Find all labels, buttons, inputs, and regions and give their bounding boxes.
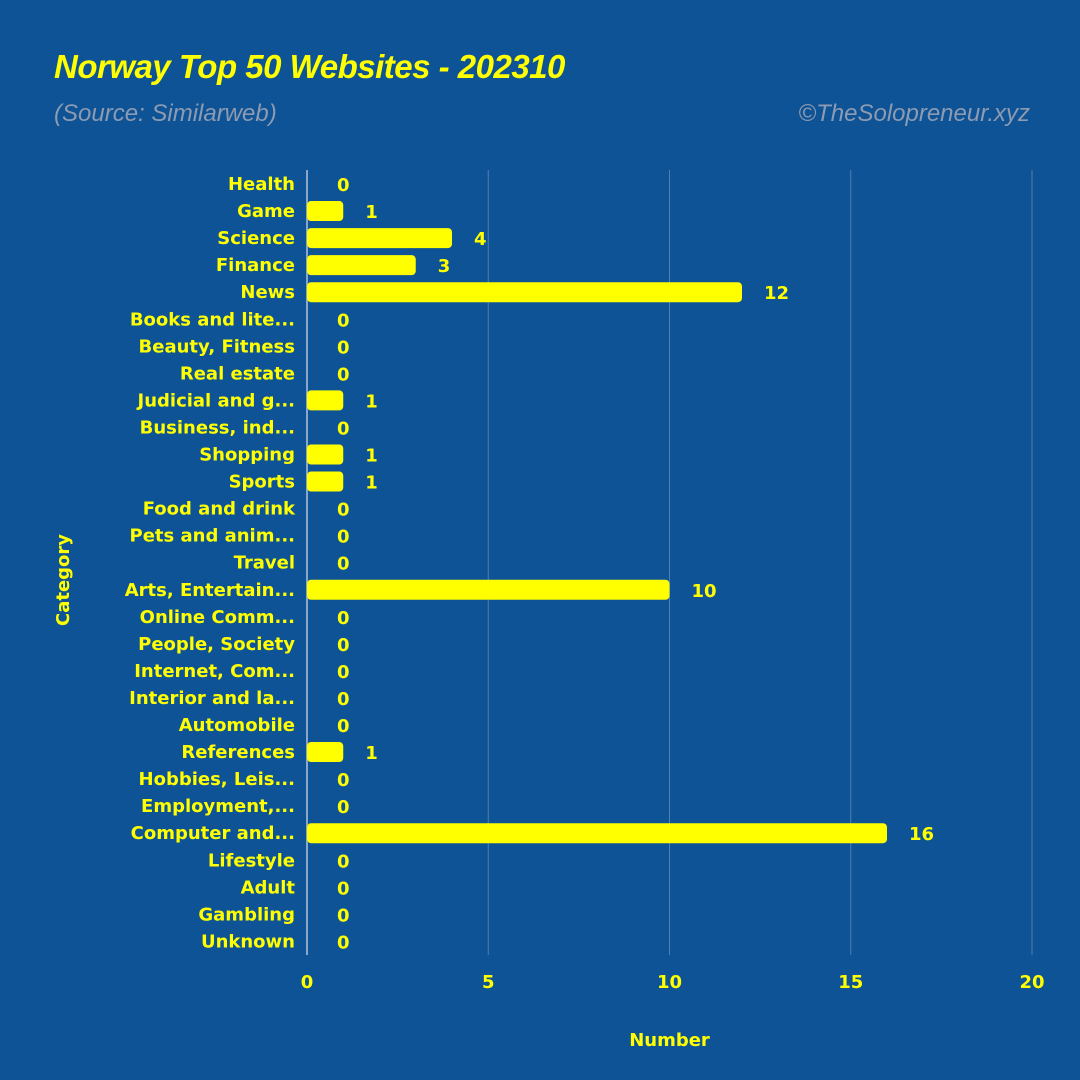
category-label: References bbox=[181, 742, 295, 763]
x-axis-title: Number bbox=[629, 1030, 710, 1051]
value-label: 0 bbox=[337, 770, 350, 791]
value-label: 3 bbox=[438, 256, 451, 277]
bar bbox=[307, 742, 344, 763]
value-label: 0 bbox=[337, 175, 350, 196]
bar bbox=[307, 444, 344, 465]
x-tick-label: 20 bbox=[1019, 972, 1044, 993]
category-label: Science bbox=[217, 228, 295, 249]
value-label: 1 bbox=[365, 473, 378, 494]
value-label: 0 bbox=[337, 716, 350, 737]
value-label: 4 bbox=[474, 229, 487, 250]
value-label: 1 bbox=[365, 202, 378, 223]
category-label: Travel bbox=[234, 553, 295, 574]
category-label: People, Society bbox=[138, 634, 295, 655]
category-label: Gambling bbox=[198, 904, 295, 925]
category-label: Shopping bbox=[199, 445, 295, 466]
category-label: Sports bbox=[229, 472, 295, 493]
value-label: 0 bbox=[337, 418, 350, 439]
category-label: Food and drink bbox=[143, 499, 296, 520]
value-label: 1 bbox=[365, 446, 378, 467]
category-label: Automobile bbox=[179, 715, 295, 736]
value-label: 10 bbox=[692, 581, 717, 602]
category-label: Finance bbox=[216, 255, 295, 276]
category-label: Interior and la... bbox=[129, 688, 295, 709]
category-label: Pets and anim... bbox=[130, 526, 296, 547]
category-label: Hobbies, Leis... bbox=[139, 769, 295, 790]
category-label: Arts, Entertain... bbox=[125, 580, 295, 601]
category-label: News bbox=[240, 282, 295, 303]
category-label: Internet, Com... bbox=[134, 661, 295, 682]
category-label: Computer and... bbox=[131, 823, 295, 844]
category-label: Judicial and g... bbox=[136, 390, 296, 411]
value-label: 1 bbox=[365, 743, 378, 764]
category-label: Adult bbox=[241, 877, 296, 898]
value-label: 12 bbox=[764, 283, 789, 304]
category-label: Online Comm... bbox=[140, 607, 295, 628]
bar bbox=[307, 471, 344, 492]
value-label: 0 bbox=[337, 851, 350, 872]
bar bbox=[307, 579, 670, 600]
x-tick-label: 10 bbox=[657, 972, 682, 993]
x-tick-labels: 0 5 10 15 20 bbox=[301, 972, 1045, 993]
value-label: 1 bbox=[365, 391, 378, 412]
category-labels: Health Game Science Finance News Books and li… bbox=[125, 174, 296, 952]
category-label: Health bbox=[228, 174, 295, 195]
value-label: 0 bbox=[337, 310, 350, 331]
bar bbox=[307, 228, 452, 249]
category-label: Business, ind... bbox=[140, 417, 295, 438]
value-label: 0 bbox=[337, 554, 350, 575]
x-tick-label: 0 bbox=[301, 972, 314, 993]
x-tick-label: 15 bbox=[838, 972, 863, 993]
category-label: Beauty, Fitness bbox=[139, 336, 295, 357]
category-label: Lifestyle bbox=[208, 850, 295, 871]
value-label: 16 bbox=[909, 824, 934, 845]
category-label: Employment,... bbox=[141, 796, 295, 817]
value-label: 0 bbox=[337, 500, 350, 521]
value-label: 0 bbox=[337, 608, 350, 629]
bar bbox=[307, 201, 344, 222]
value-label: 0 bbox=[337, 878, 350, 899]
bar bbox=[307, 390, 344, 411]
value-label: 0 bbox=[337, 689, 350, 710]
category-label: Game bbox=[237, 201, 295, 222]
value-label: 0 bbox=[337, 932, 350, 953]
bar bbox=[307, 255, 416, 276]
value-label: 0 bbox=[337, 364, 350, 385]
bar bbox=[307, 823, 887, 844]
value-label: 0 bbox=[337, 662, 350, 683]
value-label: 0 bbox=[337, 797, 350, 818]
value-label: 0 bbox=[337, 527, 350, 548]
value-label: 0 bbox=[337, 337, 350, 358]
value-label: 0 bbox=[337, 635, 350, 656]
y-axis-title: Category bbox=[53, 534, 74, 626]
category-label: Real estate bbox=[180, 363, 295, 384]
value-label: 0 bbox=[337, 905, 350, 926]
category-label: Unknown bbox=[201, 931, 295, 952]
bars bbox=[307, 201, 887, 844]
bar bbox=[307, 282, 742, 303]
bar-chart: Health Game Science Finance News Books and li… bbox=[53, 170, 1045, 1051]
x-tick-label: 5 bbox=[482, 972, 495, 993]
category-label: Books and lite... bbox=[130, 309, 295, 330]
